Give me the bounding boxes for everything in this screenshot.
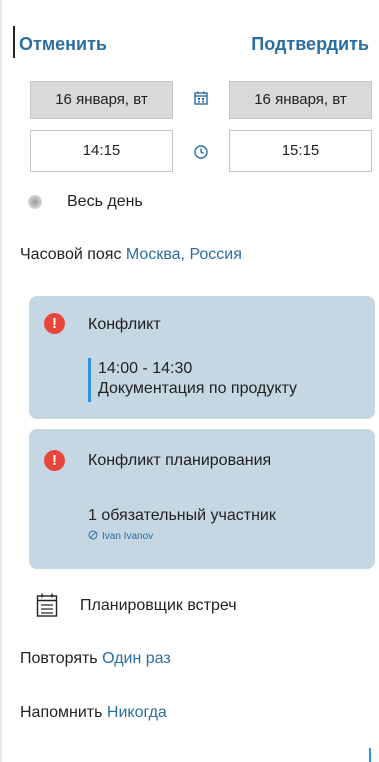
reminder-label: Напомнить: [20, 704, 103, 721]
timezone-value-link[interactable]: Москва, Россия: [126, 246, 242, 263]
attendee-item[interactable]: Ivan Ivanov: [88, 530, 153, 542]
all-day-label: Весь день: [67, 193, 143, 210]
start-date-field[interactable]: 16 января, вт: [30, 81, 173, 119]
scheduling-conflict-title: Конфликт планирования: [88, 452, 272, 469]
start-time-field[interactable]: 14:15: [30, 130, 173, 172]
scrollbar-thumb[interactable]: [369, 748, 371, 762]
planner-icon: [36, 593, 58, 617]
reminder-value-link[interactable]: Никогда: [107, 704, 167, 721]
clock-icon: [194, 145, 208, 159]
conflict-event-bar: [88, 358, 91, 402]
top-action-bar: Отменить Подтвердить: [0, 0, 379, 72]
end-date-field[interactable]: 16 января, вт: [229, 81, 372, 119]
repeat-value-link[interactable]: Один раз: [102, 650, 171, 667]
left-edge-divider: [0, 0, 2, 762]
scheduling-conflict-card: [29, 429, 375, 569]
cancel-button[interactable]: Отменить: [19, 34, 107, 55]
conflict-time-range: 14:00 - 14:30: [98, 360, 193, 377]
confirm-button[interactable]: Подтвердить: [251, 34, 369, 55]
meeting-planner-label: Планировщик встреч: [80, 597, 237, 614]
all-day-toggle[interactable]: [28, 195, 42, 209]
timezone-row: Часовой пояс Москва, Россия: [20, 246, 242, 264]
repeat-row: Повторять Один раз: [20, 650, 171, 668]
end-time-field[interactable]: 15:15: [229, 130, 372, 172]
conflict-event-title[interactable]: Документация по продукту: [98, 380, 370, 398]
required-attendees-count: 1 обязательный участник: [88, 507, 276, 524]
conflict-title: Конфликт: [88, 316, 161, 333]
warning-icon: !: [44, 450, 65, 471]
unavailable-icon: [88, 530, 98, 540]
timezone-label: Часовой пояс: [20, 246, 122, 263]
attendee-name: Ivan Ivanov: [102, 531, 154, 542]
repeat-label: Повторять: [20, 650, 98, 667]
reminder-row: Напомнить Никогда: [20, 704, 167, 722]
warning-icon: !: [44, 313, 65, 334]
calendar-icon: [194, 91, 208, 105]
conflict-card: [29, 296, 375, 419]
